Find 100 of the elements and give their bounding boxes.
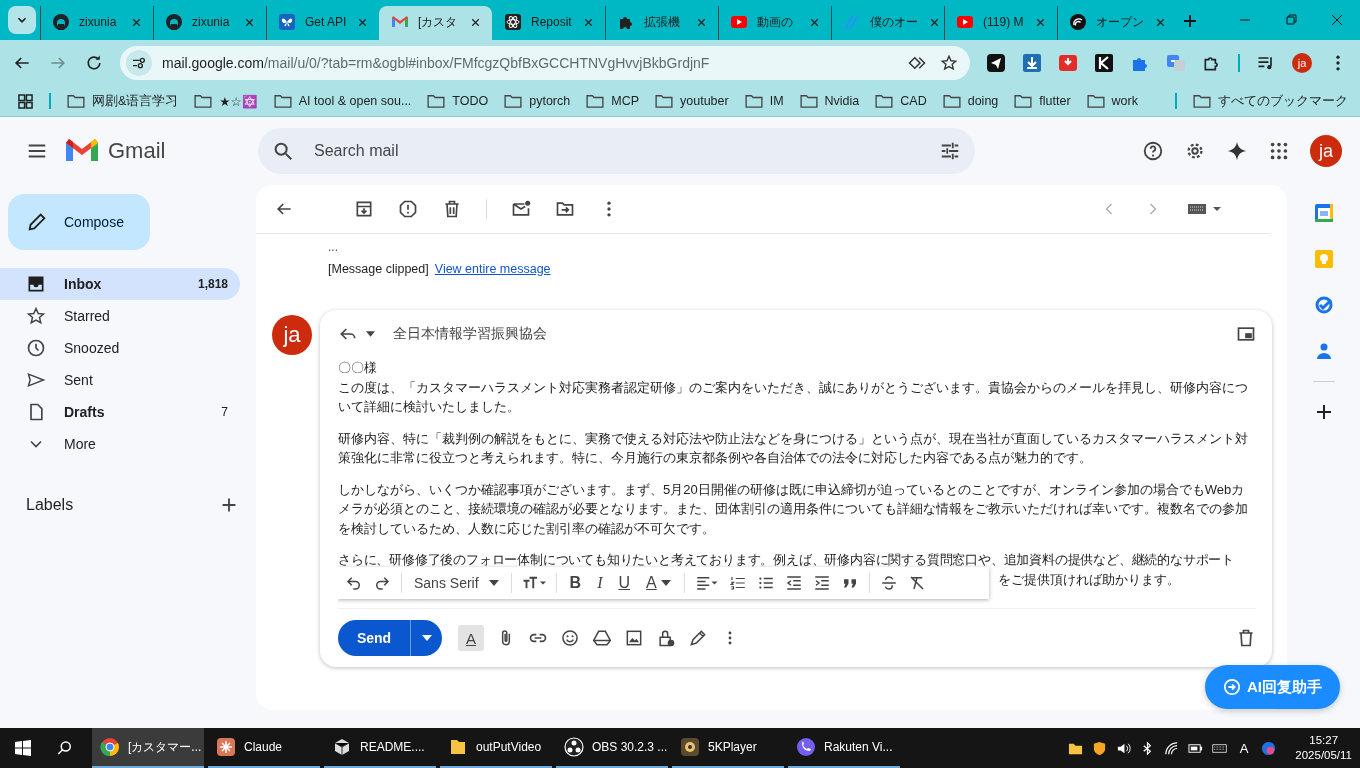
diamond-icon[interactable] (908, 54, 926, 72)
bookmark[interactable]: flutter (1014, 94, 1071, 108)
taskbar-app[interactable]: OBS 30.2.3 ... (556, 728, 668, 768)
input-mode-indicator[interactable]: A (1239, 740, 1249, 756)
address-bar[interactable]: mail.google.com/mail/u/0/?tab=rm&ogbl#inbox/FMfcgzQbfBxGCCHTNVgHvvjBkbGrdjnF (120, 46, 970, 80)
bookmark[interactable]: Nvidia (799, 94, 860, 108)
compose-button[interactable]: Compose (8, 194, 150, 250)
bold-button[interactable]: B (566, 573, 585, 592)
account-avatar[interactable]: ja (1310, 135, 1342, 167)
folder-icon (427, 94, 446, 108)
nav-item[interactable]: Sent (0, 364, 240, 396)
clock[interactable]: 15:27 2025/05/11 (1295, 733, 1352, 763)
clipped-notice: [Message clipped] (328, 262, 429, 278)
folder-icon (273, 94, 292, 108)
bookmark[interactable]: AI tool & open sou... (273, 94, 412, 108)
underline-button[interactable]: U (615, 573, 634, 592)
lock-clock-icon[interactable] (656, 628, 676, 648)
bookmark[interactable]: pytorch (504, 94, 571, 108)
star-icon[interactable] (940, 54, 958, 72)
k-tile-icon[interactable] (1094, 53, 1114, 73)
app-name: Gmail (108, 138, 166, 164)
font-select[interactable]: Sans Serif (412, 574, 501, 591)
bookmark[interactable]: IM (744, 94, 784, 108)
bookmark[interactable]: ★☆🔯 (194, 93, 258, 109)
bookmark[interactable]: MCP (586, 94, 639, 108)
delete-icon[interactable] (1236, 628, 1256, 648)
bookmark[interactable]: 网剧&语言学习 (67, 92, 179, 110)
taskbar-app[interactable]: 5KPlayer (672, 728, 784, 768)
move-to-folder-icon[interactable] (555, 199, 575, 219)
nav-item[interactable]: Snoozed (0, 332, 240, 364)
ellipsis-text: ... (328, 240, 339, 256)
send-button[interactable]: Send (338, 620, 410, 656)
nav-item[interactable]: Drafts 7 (0, 396, 240, 428)
site-settings-icon[interactable] (126, 50, 152, 76)
all-bookmarks-folder[interactable]: すべてのブックマーク (1193, 92, 1348, 110)
text-color-button[interactable]: A (643, 573, 674, 592)
speaker-icon[interactable] (1115, 740, 1131, 756)
bookmark[interactable]: doing (942, 94, 999, 108)
apps-grid-icon[interactable] (18, 93, 33, 109)
formatting-toggle[interactable]: A (458, 625, 484, 651)
folder-icon (586, 94, 605, 108)
download-icon[interactable] (1058, 53, 1078, 73)
view-message-link[interactable]: View entire message (434, 262, 551, 282)
clock-icon (26, 338, 46, 358)
search-icon[interactable] (272, 140, 294, 162)
triangle-icon[interactable] (592, 628, 612, 648)
search-field[interactable]: Search mail (258, 128, 975, 174)
calendar-icon[interactable] (1313, 203, 1334, 223)
bookmark[interactable]: work (1086, 94, 1138, 108)
italic-button[interactable]: I (594, 573, 606, 592)
pen-icon[interactable] (688, 628, 708, 648)
archive-icon[interactable] (354, 199, 374, 219)
tab-search-button[interactable] (8, 6, 36, 34)
bookmark[interactable]: CAD (875, 94, 927, 108)
shield-icon[interactable] (1091, 740, 1107, 756)
indent-more-icon[interactable] (812, 573, 831, 592)
reload-icon[interactable] (84, 53, 104, 73)
browser-tab[interactable]: [カスタ (379, 6, 492, 40)
pencil-icon (26, 211, 48, 233)
mark-unread-icon[interactable] (511, 199, 531, 219)
send-options-button[interactable] (410, 620, 442, 656)
folder-icon (655, 94, 673, 108)
taskbar-app[interactable]: Claude (208, 728, 320, 768)
profile-avatar[interactable]: ja (1292, 53, 1312, 73)
check-circle-icon[interactable] (1313, 295, 1334, 315)
taskbar-app[interactable]: README.... (324, 728, 436, 768)
play-button-icon (957, 14, 973, 30)
colorful-orb-icon[interactable] (1261, 740, 1277, 756)
filter-sliders-icon[interactable] (939, 140, 961, 162)
folder-icon (875, 94, 894, 108)
taskbar-app[interactable]: outPutVideo (440, 728, 552, 768)
bookmark[interactable]: TODO (427, 94, 489, 108)
plus-icon[interactable] (1182, 13, 1198, 29)
emoji-icon[interactable] (560, 628, 580, 648)
inbox-tray-icon (26, 274, 46, 294)
download-icon[interactable] (1022, 53, 1042, 73)
puzzle-icon (618, 14, 634, 30)
indent-less-icon[interactable] (784, 573, 803, 592)
paper-plane-icon[interactable] (986, 53, 1006, 73)
taskbar-app[interactable]: Rakuten Vi... (788, 728, 900, 768)
image-icon[interactable] (624, 628, 644, 648)
delete-icon[interactable] (442, 199, 462, 219)
help-icon[interactable] (1142, 140, 1164, 162)
taskbar-app[interactable]: [カスタマー... (92, 728, 204, 768)
browser-tab[interactable]: Reposit (492, 6, 605, 40)
bookmark[interactable]: youtuber (655, 94, 729, 108)
keyboard-icon[interactable] (1187, 201, 1223, 217)
nav-item[interactable]: Starred (0, 300, 240, 332)
translate-icon[interactable] (1166, 53, 1186, 73)
clear-formatting-icon[interactable] (907, 573, 926, 592)
cat-silhouette-icon (53, 14, 69, 30)
nav-item[interactable]: Inbox 1,818 (0, 268, 240, 300)
nav-item[interactable]: More (0, 428, 240, 460)
strikethrough-icon[interactable] (879, 573, 898, 592)
caret-icon[interactable] (366, 331, 375, 337)
report-spam-icon[interactable] (398, 199, 418, 219)
folder-icon (504, 94, 523, 108)
wifi-icon[interactable] (1163, 740, 1179, 756)
pop-out-icon[interactable] (1236, 324, 1256, 344)
apps-icon[interactable] (1268, 140, 1290, 162)
